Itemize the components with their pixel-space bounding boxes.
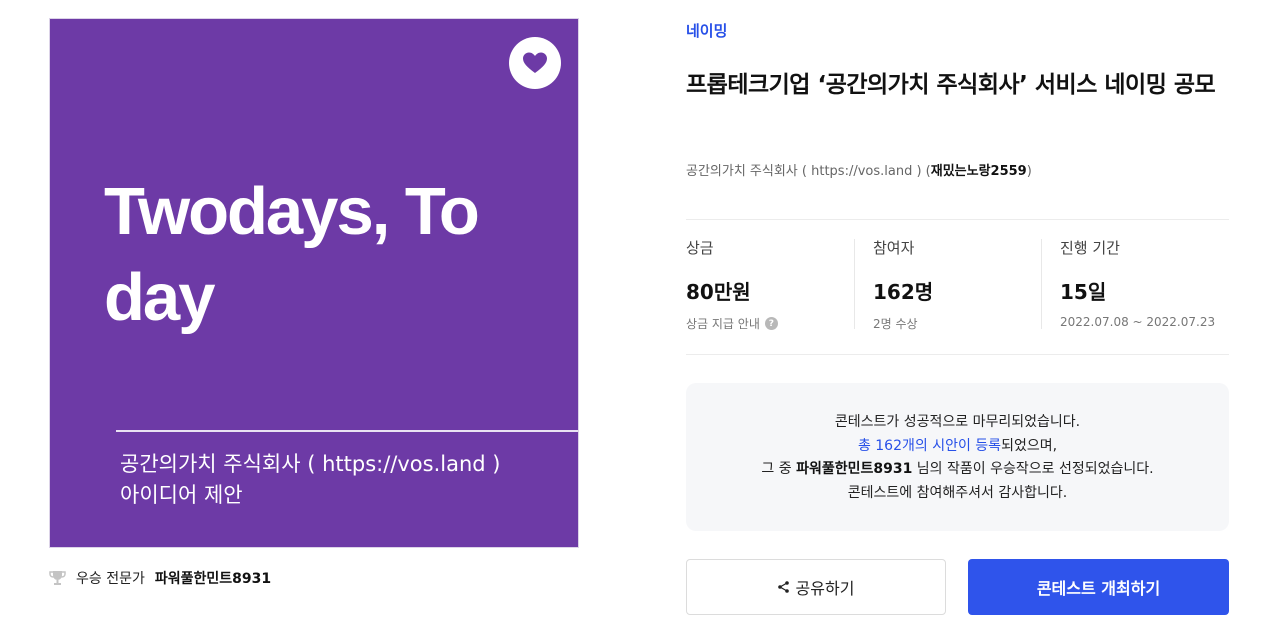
period-dates: 2022.07.08 ~ 2022.07.23 xyxy=(1060,315,1216,329)
stats-bottom-divider xyxy=(686,354,1229,355)
winners-count: 2명 수상 xyxy=(873,317,918,331)
prize-guide[interactable]: 상금 지급 안내 ? xyxy=(686,315,778,332)
prize-guide-label: 상금 지급 안내 xyxy=(686,317,760,331)
winner-name[interactable]: 파워풀한민트8931 xyxy=(155,568,271,588)
period-label: 진행 기간 xyxy=(1060,239,1120,257)
notice-line3-suffix: 님의 작품이 우승작으로 선정되었습니다. xyxy=(912,461,1154,477)
notice-winner-name: 파워풀한민트8931 xyxy=(796,461,913,477)
heart-icon xyxy=(523,52,547,73)
thumbnail-subtitle-line2: 아이디어 제안 xyxy=(120,483,243,507)
participants-label: 참여자 xyxy=(873,239,915,257)
trophy-icon xyxy=(49,571,66,585)
favorite-button[interactable] xyxy=(509,37,561,89)
host-nickname[interactable]: 재밌는노랑2559 xyxy=(931,164,1027,179)
notice-line1: 콘테스트가 성공적으로 마무리되었습니다. xyxy=(834,414,1081,430)
contest-thumbnail[interactable]: Twodays, To day 공간의가치 주식회사 ( https://vos… xyxy=(49,18,579,548)
host-contest-label: 콘테스트 개최하기 xyxy=(1036,579,1161,598)
notice-line4: 콘테스트에 참여해주셔서 감사합니다. xyxy=(847,484,1068,501)
period-value: 15일 xyxy=(1060,280,1107,304)
stat-participants: 참여자 162명 2명 수상 xyxy=(873,237,934,331)
notice-line2: 총 162개의 시안이 등록되었으며, xyxy=(686,435,1229,459)
stat-period: 진행 기간 15일 2022.07.08 ~ 2022.07.23 xyxy=(1060,237,1215,329)
share-label: 공유하기 xyxy=(795,579,855,598)
thumbnail-title-line2: day xyxy=(104,260,215,335)
host-close-paren: ) xyxy=(1026,164,1032,179)
contest-detail-page: Twodays, To day 공간의가치 주식회사 ( https://vos… xyxy=(0,0,1280,627)
thumbnail-title-line1: Twodays, To xyxy=(104,174,480,249)
host-info: 공간의가치 주식회사 ( https://vos.land ) (재밌는노랑25… xyxy=(686,160,1032,179)
contest-title: 프롭테크기업 ‘공간의가치 주식회사’ 서비스 네이밍 공모 xyxy=(686,72,1216,98)
winner-info: 우승 전문가 파워풀한민트8931 xyxy=(49,568,271,588)
stats-top-divider xyxy=(686,219,1229,220)
stat-prize: 상금 80만원 상금 지급 안내 ? xyxy=(686,237,778,332)
submissions-link[interactable]: 총 162개의 시안이 등록 xyxy=(858,438,1001,454)
prize-label: 상금 xyxy=(686,239,714,257)
contest-stats: 상금 80만원 상금 지급 안내 ? 참여자 162명 2명 수상 진행 기간 … xyxy=(686,237,1229,332)
participants-value: 162명 xyxy=(873,280,934,304)
help-icon[interactable]: ? xyxy=(764,317,778,330)
thumbnail-divider xyxy=(116,430,578,432)
thumbnail-subtitle-line1: 공간의가치 주식회사 ( https://vos.land ) xyxy=(120,452,501,476)
notice-line3: 그 중 파워풀한민트8931 님의 작품이 우승작으로 선정되었습니다. xyxy=(686,458,1229,482)
prize-value: 80만원 xyxy=(686,280,751,304)
contest-result-notice: 콘테스트가 성공적으로 마무리되었습니다. 총 162개의 시안이 등록되었으며… xyxy=(686,383,1229,531)
thumbnail-title: Twodays, To day xyxy=(104,169,544,341)
notice-line3-prefix: 그 중 xyxy=(761,461,797,477)
host-contest-button[interactable]: 콘테스트 개최하기 xyxy=(968,559,1229,615)
stat-separator xyxy=(1041,239,1042,329)
thumbnail-subtitle: 공간의가치 주식회사 ( https://vos.land ) 아이디어 제안 xyxy=(120,449,500,511)
host-name: 공간의가치 주식회사 ( https://vos.land ) ( xyxy=(686,164,931,179)
winner-label: 우승 전문가 xyxy=(76,571,145,587)
share-button[interactable]: 공유하기 xyxy=(686,559,946,615)
category-label[interactable]: 네이밍 xyxy=(686,20,727,41)
notice-line2-rest: 되었으며, xyxy=(1001,437,1058,454)
share-icon xyxy=(777,581,789,593)
stat-separator xyxy=(854,239,855,329)
